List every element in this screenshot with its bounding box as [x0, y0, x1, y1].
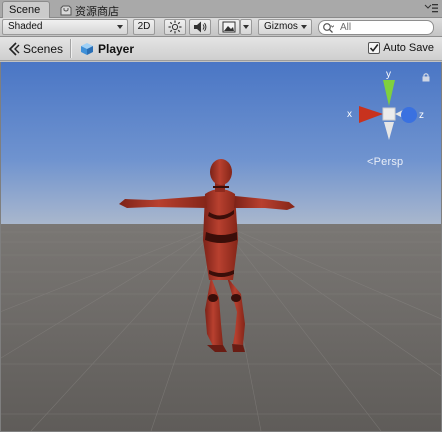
chevron-down-icon: [117, 25, 123, 29]
autosave-toggle[interactable]: Auto Save: [368, 42, 434, 55]
scene-viewport[interactable]: y x z <Persp: [0, 62, 442, 432]
gizmos-dropdown[interactable]: Gizmos: [258, 19, 312, 35]
search-placeholder: All: [340, 22, 352, 33]
effects-dropdown-button[interactable]: [240, 19, 252, 35]
sun-icon: [168, 20, 182, 34]
audio-toggle-button[interactable]: [189, 19, 211, 35]
breadcrumb-player-label: Player: [98, 42, 135, 56]
projection-label: Persp: [373, 156, 404, 168]
gizmo-y-label: y: [386, 69, 391, 80]
breadcrumb-scenes[interactable]: Scenes: [7, 41, 63, 57]
chevron-down-icon: [243, 25, 249, 29]
gizmo-z-cone[interactable]: [401, 107, 417, 123]
tab-asset-store[interactable]: 资源商店: [54, 1, 136, 18]
tab-menu-icon[interactable]: [424, 3, 438, 14]
gizmo-z-label: z: [419, 110, 424, 121]
lock-icon[interactable]: [421, 72, 431, 82]
lighting-toggle-button[interactable]: [164, 19, 186, 35]
prefab-cube-icon: [81, 43, 93, 55]
checkmark-icon: [370, 44, 379, 53]
gizmo-y-cone[interactable]: [383, 80, 395, 106]
breadcrumb: Scenes Player Auto Save: [0, 37, 442, 61]
gizmos-label: Gizmos: [264, 21, 298, 32]
persp-arrow-icon: <: [367, 156, 374, 168]
gizmo-x-cone[interactable]: [359, 106, 383, 123]
unity-scenes-icon: [8, 42, 20, 56]
search-input[interactable]: All: [318, 20, 434, 35]
tab-asset-store-label: 资源商店: [75, 6, 119, 18]
speaker-icon: [194, 21, 207, 33]
gizmo-x-label: x: [347, 109, 352, 120]
asset-store-icon: [60, 5, 72, 16]
search-icon: [323, 23, 334, 33]
breadcrumb-scenes-label: Scenes: [23, 42, 64, 56]
image-icon: [222, 21, 236, 33]
chevron-down-icon: [301, 25, 307, 29]
tab-strip: Scene 资源商店: [0, 0, 442, 18]
scene-toolbar: Shaded 2D Gizmos All: [0, 18, 442, 37]
breadcrumb-divider: [70, 39, 71, 58]
breadcrumb-player[interactable]: Player: [80, 41, 134, 57]
toggle-2d-label: 2D: [137, 21, 151, 32]
autosave-checkbox[interactable]: [368, 42, 381, 54]
projection-toggle[interactable]: <Persp: [367, 156, 403, 168]
effects-toggle-button[interactable]: [218, 19, 240, 35]
toggle-2d-button[interactable]: 2D: [133, 19, 155, 35]
shading-mode-dropdown[interactable]: Shaded: [2, 19, 128, 35]
shading-mode-label: Shaded: [8, 21, 43, 32]
tab-scene[interactable]: Scene: [2, 1, 50, 18]
autosave-label: Auto Save: [383, 42, 434, 54]
tab-scene-label: Scene: [9, 4, 41, 16]
